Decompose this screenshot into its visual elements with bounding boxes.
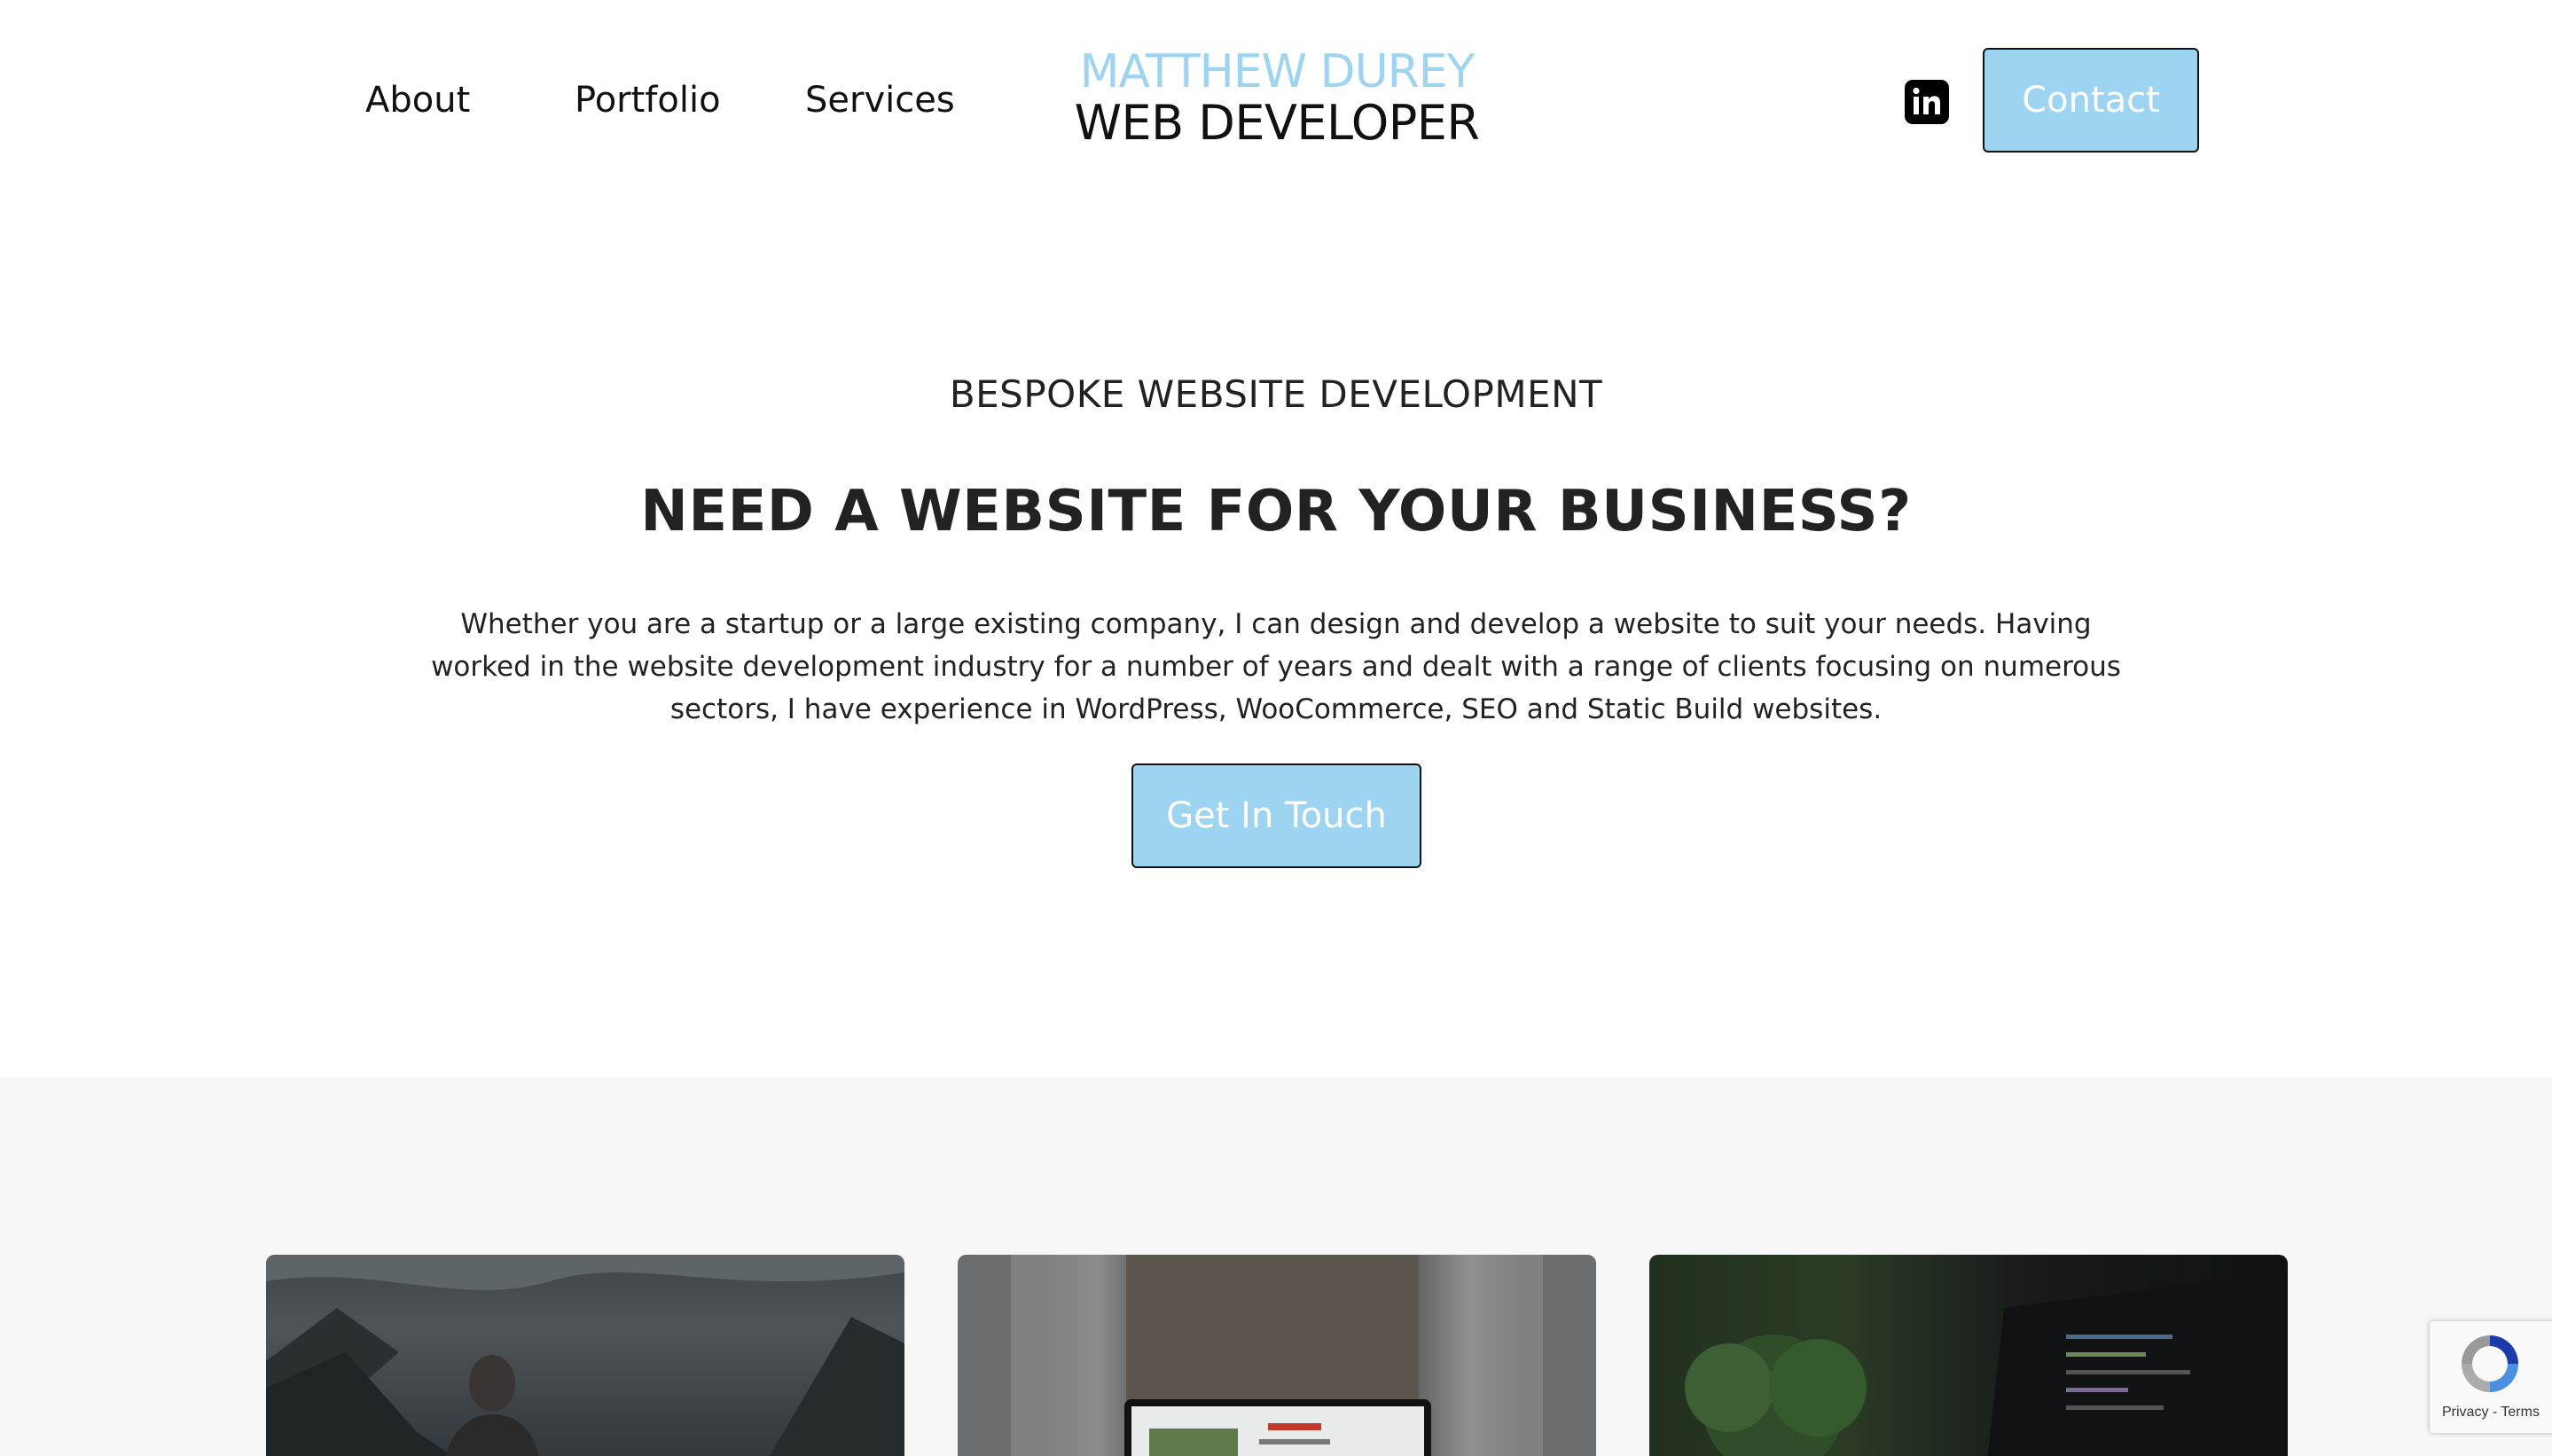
laptop-website-image bbox=[958, 1255, 1596, 1456]
linkedin-glyph bbox=[1913, 87, 1940, 114]
nav-item-portfolio[interactable]: Portfolio bbox=[575, 78, 721, 122]
privacy-link[interactable]: Privacy bbox=[2442, 1405, 2488, 1420]
get-in-touch-button[interactable]: Get In Touch bbox=[1131, 763, 1421, 868]
hero-section: BESPOKE WEBSITE DEVELOPMENT NEED A WEBSI… bbox=[0, 204, 2552, 1077]
linkedin-icon[interactable] bbox=[1905, 80, 1949, 124]
logo-tagline: WEB DEVELOPER bbox=[1074, 95, 1480, 151]
code-laptop-image bbox=[1685, 1272, 2288, 1456]
nav-item-services[interactable]: Services bbox=[805, 78, 955, 122]
site-logo[interactable]: MATTHEW DUREY WEB DEVELOPER bbox=[1064, 46, 1490, 149]
hero-headline: NEED A WEBSITE FOR YOUR BUSINESS? bbox=[640, 479, 1912, 544]
recaptcha-icon bbox=[2462, 1335, 2518, 1392]
hero-eyebrow: BESPOKE WEBSITE DEVELOPMENT bbox=[949, 372, 1603, 416]
nav-item-about[interactable]: About bbox=[365, 78, 470, 122]
logo-name: MATTHEW DUREY bbox=[1079, 45, 1476, 98]
cards-section bbox=[0, 1077, 2552, 1456]
card-services-image[interactable] bbox=[1649, 1255, 2288, 1456]
card-about-image[interactable] bbox=[266, 1255, 904, 1456]
terms-link[interactable]: Terms bbox=[2501, 1405, 2540, 1420]
recaptcha-badge[interactable]: Privacy - Terms bbox=[2430, 1321, 2552, 1433]
card-portfolio-image[interactable] bbox=[958, 1255, 1596, 1456]
hero-description: Whether you are a startup or a large exi… bbox=[431, 608, 2121, 725]
site-header: About Portfolio Services MATTHEW DUREY W… bbox=[0, 0, 2552, 204]
link-separator: - bbox=[2488, 1405, 2501, 1420]
mountain-portrait-image bbox=[266, 1255, 904, 1456]
recaptcha-links: Privacy - Terms bbox=[2442, 1405, 2540, 1421]
contact-button[interactable]: Contact bbox=[1983, 48, 2199, 153]
